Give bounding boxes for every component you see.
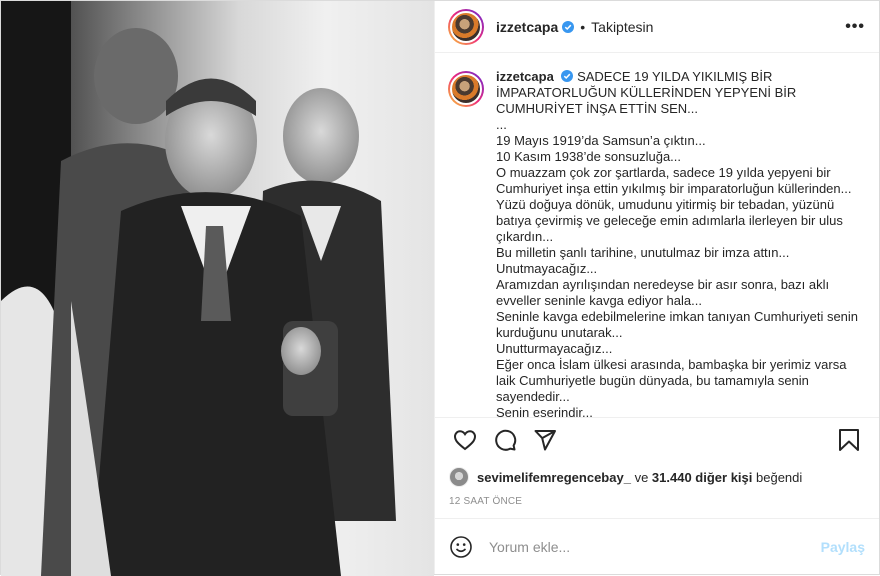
comment-icon — [495, 429, 517, 451]
separator-dot: • — [580, 18, 586, 35]
liker-avatar[interactable] — [449, 467, 469, 487]
paper-plane-icon — [534, 430, 556, 451]
verified-badge-icon — [561, 70, 574, 82]
likes-suffix: beğendi — [756, 469, 803, 485]
instagram-post: izzetcapa • Takiptesin ••• izzetcapa SAD… — [0, 0, 880, 576]
likes-summary: sevimelifemregencebay_ ve 31.440 diğer k… — [435, 462, 879, 492]
black-and-white-portrait-image — [1, 1, 434, 576]
post-comment-button[interactable]: Paylaş — [821, 539, 865, 555]
caption-body: SADECE 19 YILDA YIKILMIŞ BİR İMPARATORLU… — [496, 69, 859, 418]
post-sidebar: izzetcapa • Takiptesin ••• izzetcapa SAD… — [434, 1, 879, 574]
caption: izzetcapa SADECE 19 YILDA YIKILMIŞ BİR İ… — [448, 69, 865, 418]
likes-connector: ve — [634, 469, 649, 485]
more-options-icon[interactable]: ••• — [845, 18, 865, 36]
like-button[interactable] — [445, 420, 485, 460]
action-bar — [435, 418, 879, 462]
post-timestamp[interactable]: 12 SAAT ÖNCE — [435, 492, 879, 518]
likes-count-link[interactable]: 31.440 diğer kişi — [652, 470, 752, 485]
bookmark-icon — [839, 429, 859, 451]
caption-username-link[interactable]: izzetcapa — [496, 69, 554, 84]
avatar[interactable] — [448, 8, 484, 45]
caption-avatar[interactable] — [448, 71, 484, 107]
heart-icon — [453, 430, 477, 451]
smiley-icon[interactable] — [449, 535, 473, 559]
comment-button[interactable] — [485, 420, 525, 460]
comment-input[interactable] — [489, 538, 821, 555]
caption-text: izzetcapa SADECE 19 YILDA YIKILMIŞ BİR İ… — [496, 69, 865, 418]
post-header: izzetcapa • Takiptesin ••• — [435, 1, 879, 53]
liker-username-link[interactable]: sevimelifemregencebay_ — [477, 470, 631, 485]
username-link[interactable]: izzetcapa — [496, 19, 558, 35]
post-photo[interactable] — [1, 1, 434, 576]
caption-section: izzetcapa SADECE 19 YILDA YIKILMIŞ BİR İ… — [435, 53, 879, 418]
follow-status-button[interactable]: Takiptesin — [591, 19, 653, 35]
share-button[interactable] — [525, 420, 565, 460]
save-button[interactable] — [829, 420, 869, 460]
comment-bar: Paylaş — [435, 518, 879, 574]
verified-badge-icon — [562, 20, 575, 33]
